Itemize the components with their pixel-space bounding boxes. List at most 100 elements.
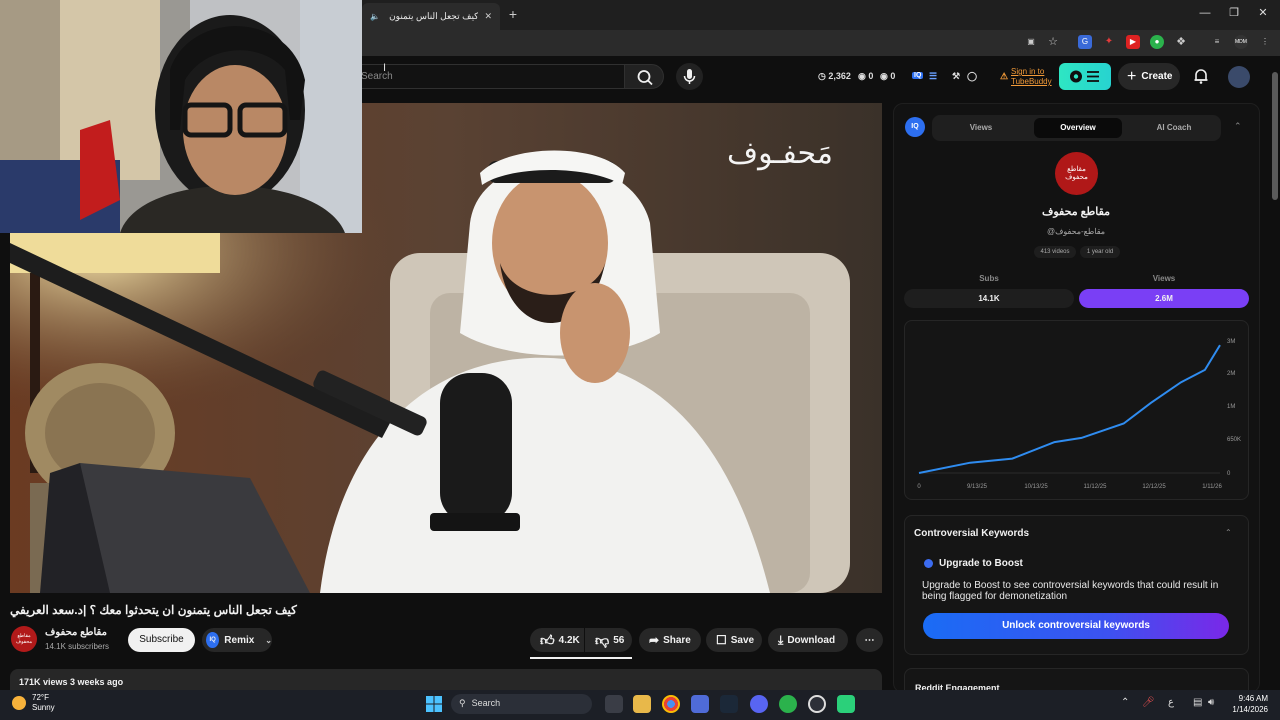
tab-ai-coach[interactable]: AI Coach	[1132, 118, 1216, 138]
download-icon: ⤓	[778, 632, 784, 647]
trophy-icon[interactable]: ⚒	[952, 71, 960, 82]
volume-icon[interactable]: 🔊︎	[1208, 697, 1214, 708]
tubebuddy-menu-button[interactable]	[1059, 63, 1111, 90]
green-extension-icon[interactable]: ●	[1150, 35, 1164, 49]
download-button[interactable]: ⤓ Download	[768, 628, 848, 652]
iq-logo: IQ	[905, 117, 925, 137]
share-label: Share	[663, 634, 691, 646]
chevron-up-icon[interactable]: ⌃	[1225, 528, 1232, 537]
language-indicator[interactable]: ع	[1168, 697, 1174, 708]
save-label: Save	[730, 634, 755, 646]
views-stat: ◉ 0	[858, 71, 873, 82]
profile-icon[interactable]: MDM	[1234, 35, 1248, 49]
new-tab-button[interactable]: +	[505, 6, 521, 22]
reading-list-icon[interactable]: ≡	[1210, 35, 1224, 49]
close-icon[interactable]: ✕	[484, 11, 492, 22]
account-avatar[interactable]	[1228, 66, 1250, 88]
upgrade-heading: Upgrade to Boost	[924, 558, 1023, 569]
remix-button[interactable]: IQ Remix ⌄	[202, 628, 272, 652]
app-teal-icon[interactable]	[837, 695, 855, 713]
save-button[interactable]: ☐ Save	[706, 628, 762, 652]
windows-start-icon[interactable]	[425, 695, 443, 713]
steam-icon[interactable]	[720, 695, 738, 713]
views-stat-value: 0	[868, 71, 874, 81]
webcam-overlay	[0, 0, 362, 233]
search-icon	[637, 70, 653, 86]
minimize-icon[interactable]: —	[1198, 6, 1212, 20]
download-label: Download	[787, 634, 836, 646]
search-button[interactable]	[624, 64, 664, 89]
views-chart-svg: 0 650K 1M 2M 3M 0 9/13/25 10/13/25 11/12/25 12/12…	[917, 339, 1241, 490]
x-tick-label: 0	[917, 484, 921, 490]
tab-overview[interactable]: Overview	[1034, 118, 1122, 138]
scrollbar-thumb[interactable]	[1272, 72, 1278, 200]
chevron-up-icon[interactable]: ⌃	[1234, 121, 1242, 132]
iq-icon[interactable]: IQ	[912, 72, 924, 79]
tab-title: كيف تجعل الناس يتمنون ان ي...	[386, 11, 479, 21]
discord-icon[interactable]	[750, 695, 768, 713]
panel-channel-handle: @مقاطع-محفوف	[1046, 227, 1106, 236]
search-input[interactable]: Search	[350, 64, 624, 89]
subscriber-count: 14.1K subscribers	[45, 642, 110, 651]
text-cursor-icon: I	[383, 62, 387, 74]
subscribe-button[interactable]: Subscribe	[128, 628, 195, 652]
tubebuddy-extension-icon[interactable]: ▶	[1126, 35, 1140, 49]
tubebuddy-icon	[1070, 70, 1099, 83]
extensions-puzzle-icon[interactable]: ❖	[1174, 35, 1188, 49]
views-stat-2: ◉ 0	[880, 71, 895, 82]
unlock-keywords-button[interactable]: Unlock controversial keywords	[923, 613, 1229, 639]
clock-icon: ◷	[818, 71, 826, 81]
chat-icon[interactable]: ◯	[967, 71, 977, 82]
upgrade-description: Upgrade to Boost to see controversial ke…	[922, 580, 1219, 602]
cast-icon[interactable]: ▣	[1024, 35, 1038, 49]
remix-label: Remix	[224, 634, 255, 646]
create-button[interactable]: + Create	[1118, 63, 1180, 90]
settings-gear-icon[interactable]	[808, 695, 826, 713]
share-icon: ➦	[649, 633, 660, 647]
translate-extension-icon[interactable]: G	[1078, 35, 1092, 49]
star-icon[interactable]: ☆	[1046, 35, 1060, 49]
signin-line-2: TubeBuddy	[1011, 77, 1052, 86]
channel-logo: مقاطع محفوف	[1055, 152, 1098, 195]
share-button[interactable]: ➦ Share	[639, 628, 701, 652]
notifications-button[interactable]	[1192, 67, 1210, 85]
views-value[interactable]: 2.6M	[1079, 289, 1249, 308]
system-clock[interactable]: 9:46 AM 1/14/2026	[1222, 693, 1268, 715]
chevron-up-icon[interactable]: ⌃	[1121, 697, 1129, 708]
menu-kebab-icon[interactable]: ⋮	[1258, 35, 1272, 49]
task-view-icon[interactable]	[605, 695, 623, 713]
search-icon: ⚲	[459, 698, 466, 708]
eye-icon: ◉	[858, 71, 866, 81]
controversial-keywords-title: Controversial Keywords	[914, 528, 1030, 539]
weather-condition: Sunny	[32, 703, 55, 712]
network-icon[interactable]: ▤	[1193, 697, 1202, 708]
file-explorer-icon[interactable]	[633, 695, 651, 713]
dislike-button[interactable]: 👎︎ 56	[585, 628, 632, 652]
y-tick-label: 3M	[1227, 339, 1235, 345]
channel-name[interactable]: مقاطع محفوف	[45, 627, 107, 638]
microphone-icon	[683, 69, 696, 84]
more-actions-button[interactable]: ⋯	[856, 628, 883, 652]
subs-value[interactable]: 14.1K	[904, 289, 1074, 308]
y-tick-label: 2M	[1227, 371, 1235, 377]
taskbar-search[interactable]: ⚲ Search	[451, 694, 592, 714]
like-button[interactable]: 👍︎ 4.2K	[530, 628, 584, 652]
app-green-icon[interactable]	[779, 695, 797, 713]
store-icon[interactable]	[691, 695, 709, 713]
restore-icon[interactable]: ❐	[1227, 6, 1241, 20]
views-series-line	[918, 344, 1221, 474]
taskbar-search-label: Search	[471, 698, 501, 708]
microphone-icon[interactable]: 🎤︎	[1142, 697, 1155, 708]
tab-views[interactable]: Views	[940, 118, 1022, 138]
voice-search-button[interactable]	[676, 63, 703, 90]
weather-widget[interactable]: 72°F Sunny	[12, 693, 55, 713]
tubebuddy-signin-link[interactable]: Sign in to TubeBuddy	[1011, 67, 1052, 87]
chart-icon[interactable]: ☰	[929, 71, 937, 82]
views-label: Views	[1152, 274, 1176, 283]
pin-extension-icon[interactable]: ✦	[1102, 35, 1116, 49]
chrome-icon[interactable]	[662, 695, 680, 713]
channel-avatar[interactable]: مقاطع محفوف	[11, 626, 37, 652]
browser-tab[interactable]: 🔈 كيف تجعل الناس يتمنون ان ي... ✕	[362, 3, 500, 30]
y-tick-label: 0	[1227, 471, 1231, 477]
close-window-icon[interactable]: ✕	[1256, 6, 1270, 20]
